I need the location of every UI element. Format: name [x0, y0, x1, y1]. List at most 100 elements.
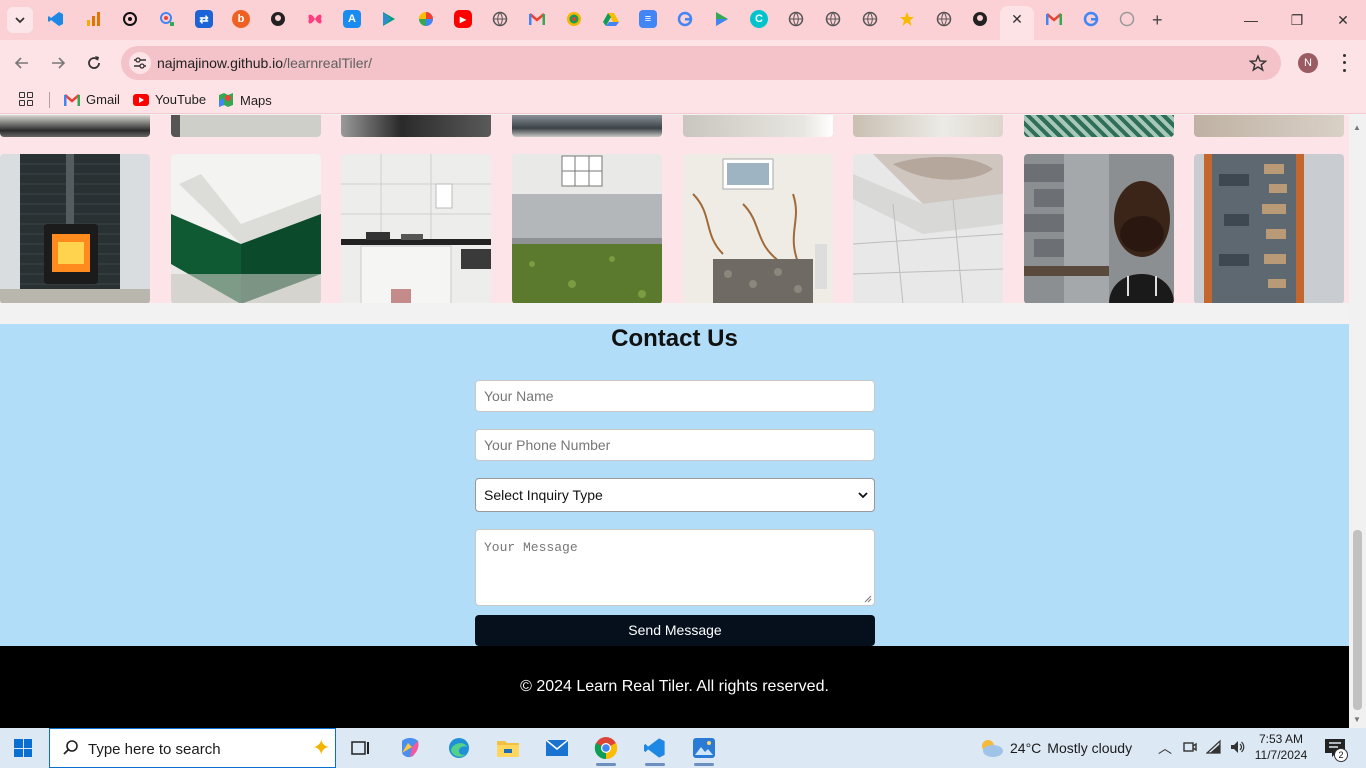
- taskbar-clock[interactable]: 7:53 AM 11/7/2024: [1250, 731, 1312, 763]
- weather-widget[interactable]: 24°C Mostly cloudy: [978, 738, 1132, 758]
- gallery-photo[interactable]: [0, 115, 150, 137]
- close-icon[interactable]: ✕: [1010, 12, 1024, 26]
- github-icon[interactable]: [269, 10, 287, 28]
- gallery-photo-stone-niche[interactable]: [1194, 154, 1344, 304]
- forward-button[interactable]: [47, 52, 69, 74]
- lens-icon[interactable]: [158, 10, 176, 28]
- scrollbar-thumb[interactable]: [1353, 530, 1362, 710]
- weather-temp: 24°C: [1010, 740, 1042, 756]
- docs-icon[interactable]: ≡: [639, 10, 657, 28]
- message-placeholder: Your Message: [484, 540, 578, 555]
- github-icon[interactable]: [971, 10, 989, 28]
- chrome-icon[interactable]: [594, 736, 618, 766]
- youtube-icon: [133, 93, 149, 106]
- weather-condition: Mostly cloudy: [1047, 740, 1133, 756]
- gallery-photo[interactable]: [1194, 115, 1344, 137]
- mail-icon[interactable]: [545, 736, 569, 760]
- tab-search-button[interactable]: [7, 7, 33, 33]
- inquiry-type-select[interactable]: Select Inquiry Type: [475, 478, 875, 512]
- globe-icon[interactable]: [491, 10, 509, 28]
- globe-icon[interactable]: [861, 10, 879, 28]
- google-icon[interactable]: [676, 10, 694, 28]
- contact-section: Contact Us Your Name Your Phone Number S…: [0, 324, 1349, 646]
- apps-grid-icon[interactable]: [19, 92, 33, 106]
- vscode-icon[interactable]: [47, 10, 65, 28]
- scroll-down-arrow-icon[interactable]: ▼: [1353, 715, 1361, 724]
- bookmark-star-icon[interactable]: [1249, 54, 1267, 72]
- task-view-icon[interactable]: [348, 736, 372, 760]
- gmail-icon[interactable]: [528, 10, 546, 28]
- play-store-icon[interactable]: [713, 10, 731, 28]
- gallery-photo-tub-surround[interactable]: [853, 154, 1003, 304]
- gallery-photo[interactable]: [683, 115, 833, 137]
- globe-icon[interactable]: [787, 10, 805, 28]
- phone-input[interactable]: Your Phone Number: [475, 429, 875, 461]
- reload-button[interactable]: [83, 52, 105, 74]
- gallery-photo[interactable]: [1024, 115, 1174, 137]
- gallery-photo[interactable]: [341, 115, 491, 137]
- google-icon[interactable]: [1082, 10, 1100, 28]
- minimize-button[interactable]: —: [1243, 12, 1259, 28]
- url-text[interactable]: najmajinow.github.io/learnrealTiler/: [157, 55, 372, 71]
- gallery-photo[interactable]: [853, 115, 1003, 137]
- gallery-photo-patio[interactable]: [512, 154, 662, 304]
- bookmark-maps[interactable]: Maps: [218, 92, 272, 108]
- globe-icon[interactable]: [935, 10, 953, 28]
- back-button[interactable]: [11, 52, 33, 74]
- gallery-photo-fireplace[interactable]: [0, 154, 150, 304]
- send-message-button[interactable]: Send Message: [475, 615, 875, 646]
- bitly-icon[interactable]: b: [232, 10, 250, 28]
- profile-avatar[interactable]: N: [1298, 53, 1318, 73]
- file-explorer-icon[interactable]: [496, 736, 520, 760]
- reload-icon: [88, 56, 100, 69]
- address-bar[interactable]: najmajinow.github.io/learnrealTiler/: [121, 46, 1281, 80]
- gallery-photo[interactable]: [171, 115, 321, 137]
- arrow-right-icon: [52, 57, 66, 69]
- meet-now-icon[interactable]: [1181, 739, 1199, 757]
- maps-icon: [219, 93, 233, 107]
- restore-button[interactable]: ❐: [1289, 12, 1305, 28]
- window-close-button[interactable]: ✕: [1335, 12, 1351, 28]
- windows-start-icon[interactable]: [14, 739, 32, 757]
- globe-icon[interactable]: [824, 10, 842, 28]
- new-tab-button[interactable]: +: [1152, 11, 1163, 29]
- photos-icon[interactable]: [417, 10, 435, 28]
- youtube-icon[interactable]: ▶: [454, 10, 472, 28]
- bookmark-gmail[interactable]: Gmail: [64, 92, 120, 107]
- scroll-up-arrow-icon[interactable]: ▲: [1353, 123, 1361, 132]
- butterfly-icon[interactable]: [306, 10, 324, 28]
- drive-icon[interactable]: [602, 10, 620, 28]
- photos-app-icon[interactable]: [692, 736, 716, 766]
- earth-icon[interactable]: [565, 10, 583, 28]
- menu-dots-icon[interactable]: [1340, 52, 1348, 74]
- vscode-taskbar-icon[interactable]: [643, 736, 667, 766]
- name-input[interactable]: Your Name: [475, 380, 875, 412]
- gmail-icon[interactable]: [1045, 10, 1063, 28]
- volume-icon[interactable]: [1228, 739, 1246, 757]
- network-icon[interactable]: [1205, 739, 1223, 757]
- taskbar-search-box[interactable]: Type here to search ✦: [49, 728, 336, 768]
- gallery-photo-marble-shower[interactable]: [683, 154, 833, 304]
- globe-icon[interactable]: [1118, 10, 1136, 28]
- page-scrollbar[interactable]: ▲ ▼: [1349, 115, 1366, 728]
- show-hidden-icons-chevron-icon[interactable]: ︿: [1156, 739, 1174, 757]
- jira-icon[interactable]: ⇄: [195, 10, 213, 28]
- edge-icon[interactable]: [447, 736, 471, 760]
- openai-icon[interactable]: [121, 10, 139, 28]
- gallery-photo-selfie[interactable]: [1024, 154, 1174, 304]
- star-icon[interactable]: [898, 10, 916, 28]
- analytics-icon[interactable]: [84, 10, 102, 28]
- message-textarea[interactable]: Your Message: [475, 529, 875, 606]
- gallery-photo-green-bath[interactable]: [171, 154, 321, 304]
- chevron-down-icon: [858, 492, 868, 499]
- resize-grip-icon[interactable]: [864, 595, 872, 603]
- copilot-icon[interactable]: [398, 736, 422, 760]
- cloudy-weather-icon: [982, 740, 1003, 757]
- gallery-photo-kitchen[interactable]: [341, 154, 491, 304]
- appstore-icon[interactable]: A: [343, 10, 361, 28]
- canva-icon[interactable]: C: [750, 10, 768, 28]
- gallery-photo[interactable]: [512, 115, 662, 137]
- bookmark-youtube[interactable]: YouTube: [133, 92, 206, 107]
- play-icon[interactable]: [380, 10, 398, 28]
- site-info-button[interactable]: [129, 52, 151, 74]
